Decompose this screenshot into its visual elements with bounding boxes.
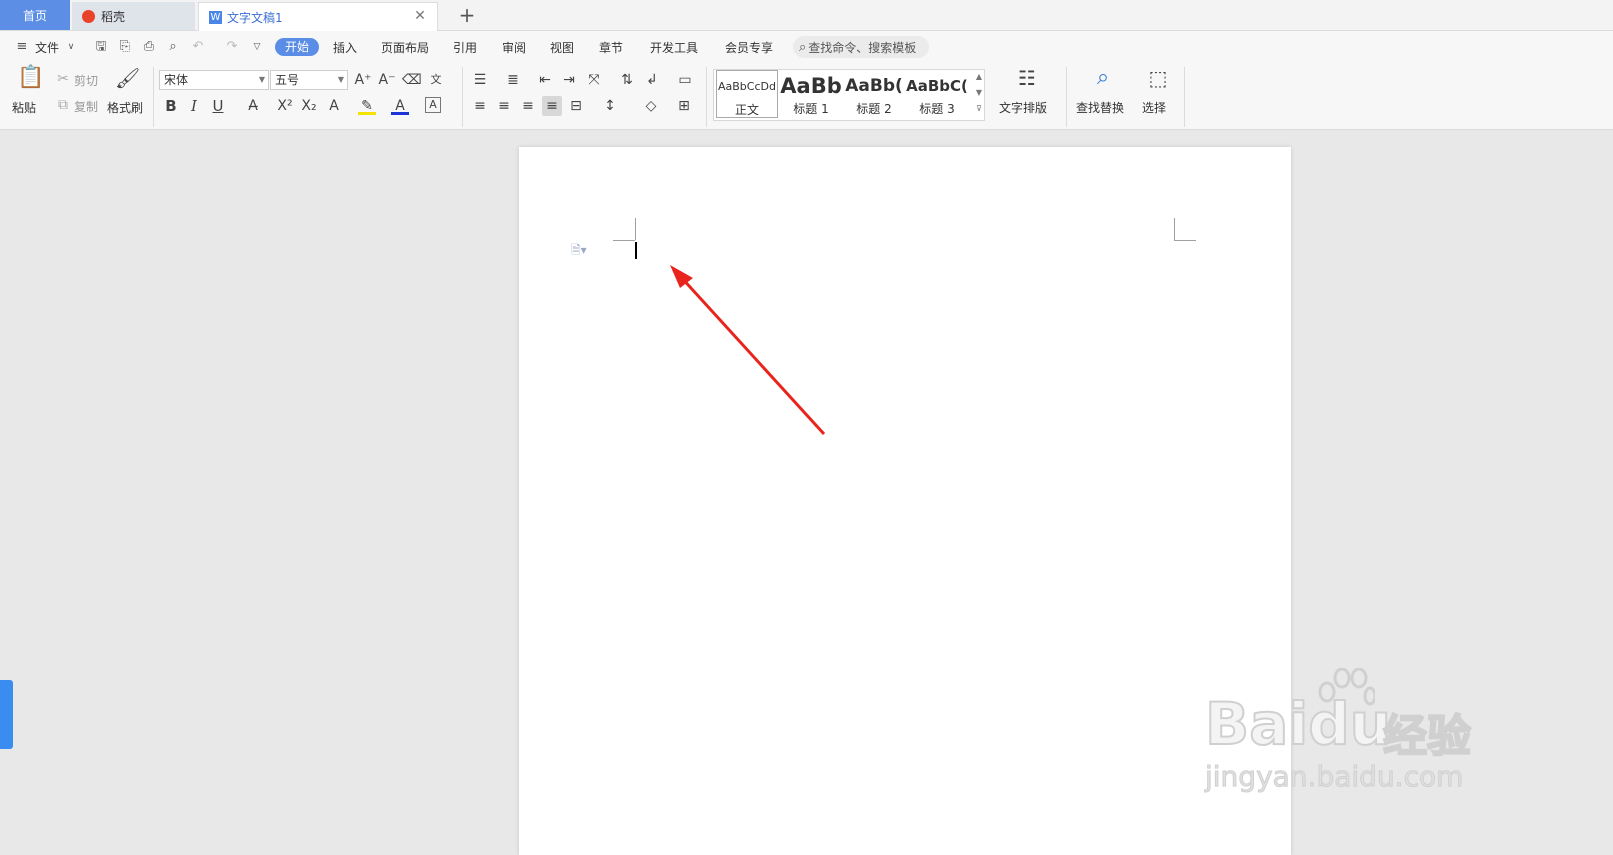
side-floating-tab[interactable] <box>0 680 13 749</box>
baidu-watermark: Baidu 经验 jingyan.baidu.com <box>1204 667 1495 794</box>
arrow-shaft <box>678 274 826 436</box>
watermark-brand-cn: 经验 <box>1382 710 1472 763</box>
paw-logo-icon <box>1315 667 1377 718</box>
watermark-url: jingyan.baidu.com <box>1204 760 1464 794</box>
